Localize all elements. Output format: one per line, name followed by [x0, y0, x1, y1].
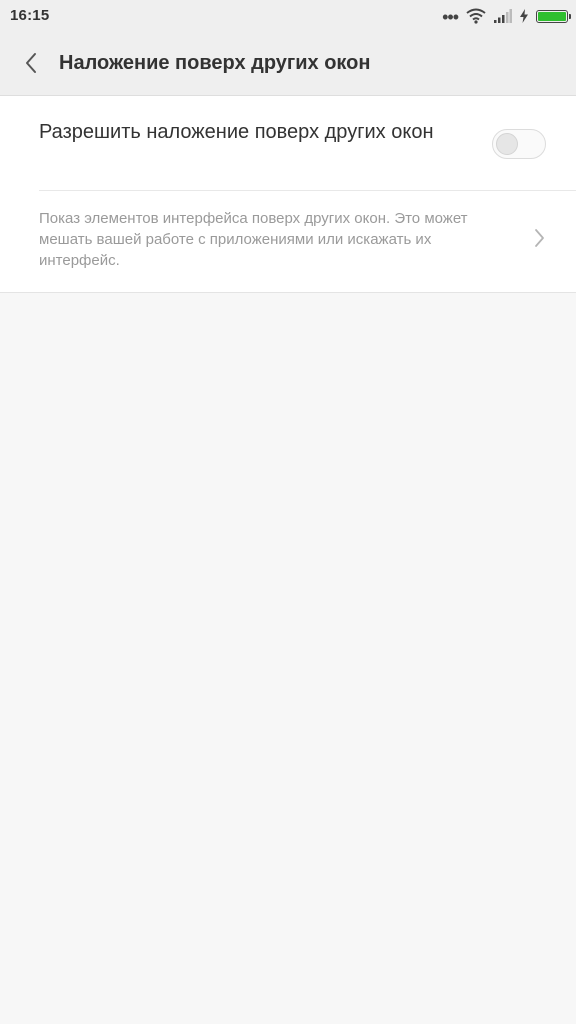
- settings-card: Разрешить наложение поверх других окон П…: [0, 96, 576, 293]
- battery-icon: [536, 9, 571, 23]
- app-header: Наложение поверх других окон: [0, 32, 576, 96]
- charging-icon: [520, 9, 528, 23]
- chevron-left-icon: [26, 53, 36, 73]
- page-title: Наложение поверх других окон: [59, 52, 371, 74]
- status-time: 16:15: [10, 7, 50, 24]
- status-bar: 16:15 •••: [0, 0, 576, 32]
- overlay-toggle-row[interactable]: Разрешить наложение поверх других окон: [0, 96, 576, 190]
- chevron-right-icon: [535, 229, 544, 247]
- overlay-description: Показ элементов интерфейса поверх других…: [39, 210, 468, 269]
- back-button[interactable]: [14, 46, 48, 80]
- overlay-description-row[interactable]: Показ элементов интерфейса поверх других…: [0, 191, 576, 292]
- status-icons: •••: [442, 6, 571, 27]
- overlay-toggle-switch[interactable]: [492, 129, 546, 159]
- more-dots-icon: •••: [442, 7, 459, 27]
- app-screen: 16:15 ••• Наложение поверх других окон Р…: [0, 0, 576, 1024]
- signal-icon: [494, 9, 512, 23]
- overlay-toggle-label: Разрешить наложение поверх других окон: [39, 121, 434, 143]
- switch-knob: [496, 133, 518, 155]
- battery-level: [538, 11, 566, 21]
- wifi-icon: [466, 8, 486, 24]
